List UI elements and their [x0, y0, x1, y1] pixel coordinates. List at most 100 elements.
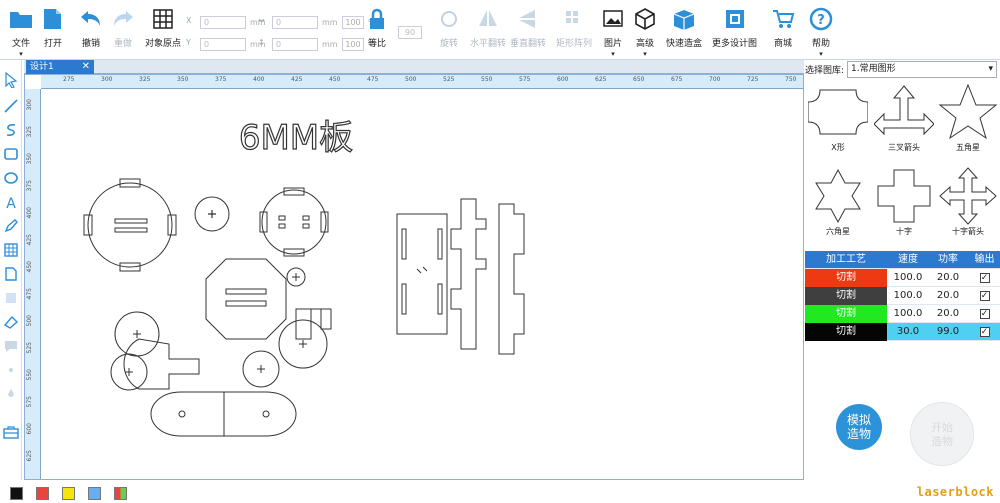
process-row[interactable]: 切割 100.0 20.0 ✓	[805, 269, 1000, 287]
redo-button[interactable]: 重做	[110, 6, 136, 49]
object-origin-button[interactable]: 对象原点	[145, 6, 181, 49]
ellipse-tool-icon[interactable]	[3, 170, 19, 186]
undo-icon	[81, 11, 100, 26]
page-tool-icon[interactable]	[3, 266, 19, 282]
pen-tool-icon[interactable]	[3, 218, 19, 234]
ruler-tick-label: 400	[253, 76, 265, 83]
color-swatch[interactable]	[88, 487, 101, 500]
start-button[interactable]: 开始 造物	[910, 402, 974, 466]
process-row[interactable]: 切割 100.0 20.0 ✓	[805, 305, 1000, 323]
process-row[interactable]: 切割 30.0 99.0 ✓	[805, 323, 1000, 341]
power-cell[interactable]: 20.0	[929, 287, 967, 305]
redo-icon	[114, 11, 133, 26]
output-checkbox[interactable]: ✓	[979, 309, 990, 319]
shape-cross[interactable]: 十字	[873, 166, 935, 242]
output-checkbox[interactable]: ✓	[979, 291, 990, 301]
output-cell: ✓	[969, 287, 1000, 305]
height-field[interactable]: ↕ 0 mm 100%	[258, 38, 376, 51]
ruler-tick-label: 325	[139, 76, 151, 83]
vertical-flip-button[interactable]: 垂直翻转	[510, 6, 546, 49]
power-cell[interactable]: 99.0	[929, 323, 967, 341]
process-mode-cell[interactable]: 切割	[805, 323, 887, 341]
undo-button[interactable]: 撤销	[78, 6, 104, 49]
output-cell: ✓	[969, 269, 1000, 287]
rectangle-tool-icon[interactable]	[3, 146, 19, 162]
shape-three-arrow[interactable]: 三叉箭头	[873, 82, 935, 158]
star-six-icon	[815, 168, 861, 224]
line-tool-icon[interactable]	[3, 98, 19, 114]
output-checkbox[interactable]: ✓	[979, 273, 990, 283]
power-cell[interactable]: 20.0	[929, 305, 967, 323]
rotate-button[interactable]: 旋转	[436, 6, 462, 49]
dot-tool-icon[interactable]	[3, 362, 19, 378]
rect-array-icon	[566, 11, 578, 23]
speed-cell[interactable]: 30.0	[889, 323, 927, 341]
output-checkbox[interactable]: ✓	[979, 327, 990, 337]
text-tool-icon[interactable]: A	[3, 194, 19, 210]
shape-cross-arrow[interactable]: 十字箭头	[937, 166, 999, 242]
mall-button[interactable]: 商城	[770, 6, 796, 49]
ruler-tick-label: 600	[557, 76, 569, 83]
color-swatch[interactable]	[62, 487, 75, 500]
droplet-tool-icon[interactable]	[3, 386, 19, 402]
toolbox-icon[interactable]	[3, 424, 19, 440]
horizontal-flip-button[interactable]: 水平翻转	[470, 6, 506, 49]
grid-origin-icon	[153, 9, 173, 29]
ruler-tick-label: 275	[63, 76, 75, 83]
speed-cell[interactable]: 100.0	[889, 269, 927, 287]
output-cell: ✓	[969, 323, 1000, 341]
simulate-button[interactable]: 模拟 造物	[836, 404, 882, 450]
select-arrow-icon[interactable]	[3, 72, 19, 88]
comment-tool-icon[interactable]	[3, 338, 19, 354]
open-button[interactable]: 打开	[40, 6, 66, 49]
quick-box-button[interactable]: 快速造盒	[666, 6, 702, 49]
ruler-tick-label: 500	[405, 76, 417, 83]
ruler-tick-label: 425	[26, 234, 33, 246]
speed-cell[interactable]: 100.0	[889, 287, 927, 305]
ruler-tick-label: 725	[747, 76, 759, 83]
speed-cell[interactable]: 100.0	[889, 305, 927, 323]
width-field[interactable]: ↔0mm100%	[258, 16, 376, 29]
color-swatch[interactable]	[114, 487, 127, 500]
color-swatch[interactable]	[36, 487, 49, 500]
design-canvas[interactable]: 275 300 325 350 375 400 425 450 475 500 525 550 575 6…	[24, 74, 804, 480]
process-mode-cell[interactable]: 切割	[805, 269, 887, 287]
tab-design-1[interactable]: 设计1 ✕	[26, 60, 94, 74]
eraser-tool-icon[interactable]	[3, 314, 19, 330]
shape-x-form[interactable]: X形	[807, 82, 869, 158]
ruler-tick-label: 525	[26, 342, 33, 354]
shape-five-star[interactable]: 五角星	[937, 82, 999, 158]
library-label: 选择图库:	[805, 66, 845, 76]
file-menu-button[interactable]: 文件 ▾	[8, 6, 34, 59]
folder-icon	[10, 12, 32, 28]
octagon-part	[205, 258, 287, 340]
x-position-field[interactable]: X 0 mm	[186, 16, 266, 29]
curve-tool-icon[interactable]	[3, 122, 19, 138]
design-sheet[interactable]: 6MM板	[41, 89, 803, 479]
table-tool-icon[interactable]	[3, 242, 19, 258]
help-menu-button[interactable]: ? 帮助 ▾	[808, 6, 834, 59]
process-mode-cell[interactable]: 切割	[805, 305, 887, 323]
close-icon[interactable]: ✕	[82, 60, 90, 74]
shape-six-star[interactable]: 六角星	[807, 166, 869, 242]
rect-array-button[interactable]: 矩形阵列	[556, 6, 592, 49]
y-position-field[interactable]: Y 0 mm	[186, 38, 266, 51]
proportional-lock-button[interactable]: 等比	[364, 6, 390, 49]
horizontal-ruler: 275 300 325 350 375 400 425 450 475 500 525 550 575 6…	[41, 75, 803, 89]
power-cell[interactable]: 20.0	[929, 269, 967, 287]
layer-tool-icon[interactable]	[3, 290, 19, 306]
library-select[interactable]: 1.常用图形	[847, 61, 997, 78]
ruler-tick-label: 625	[595, 76, 607, 83]
color-palette	[0, 484, 800, 503]
advanced-menu-button[interactable]: 高级 ▾	[632, 6, 658, 59]
process-mode-cell[interactable]: 切割	[805, 287, 887, 305]
rotation-angle-field[interactable]: 90	[398, 26, 428, 39]
ruler-tick-label: 375	[26, 180, 33, 192]
color-swatch[interactable]	[10, 487, 23, 500]
gear-part-2	[259, 187, 329, 257]
process-row[interactable]: 切割 100.0 20.0 ✓	[805, 287, 1000, 305]
svg-text:?: ?	[817, 13, 825, 28]
more-designs-button[interactable]: 更多设计图	[712, 6, 757, 49]
ruler-tick-label: 300	[101, 76, 113, 83]
image-menu-button[interactable]: 图片 ▾	[600, 6, 626, 59]
